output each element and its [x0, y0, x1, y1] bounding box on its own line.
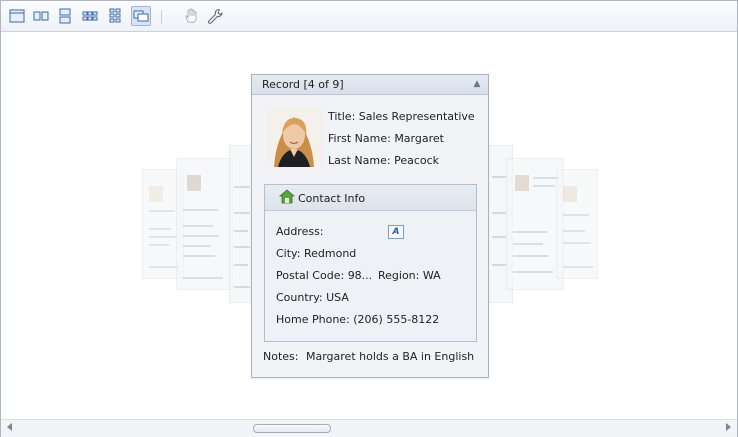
multi-row-grid-icon: [109, 8, 121, 23]
toolbar: [1, 1, 737, 32]
home-phone-value[interactable]: (206) 555-8122: [353, 313, 439, 326]
home-phone-field: Home Phone: (206) 555-8122: [276, 313, 439, 326]
first-name-value[interactable]: Margaret: [394, 132, 444, 145]
address-label: Address:: [276, 225, 324, 238]
contact-info-group: Contact Info Address: A City: Redmond Po…: [264, 184, 477, 342]
first-name-field: First Name: Margaret: [328, 132, 444, 145]
two-rows-icon: [59, 8, 71, 24]
region-value[interactable]: WA: [423, 269, 441, 282]
carousel-view-button[interactable]: [131, 6, 151, 26]
ghost-card[interactable]: [556, 169, 598, 279]
font-style-icon[interactable]: A: [388, 225, 404, 239]
last-name-label: Last Name:: [328, 154, 391, 167]
address-field: Address:: [276, 225, 324, 238]
postal-code-value[interactable]: 98...: [348, 269, 373, 282]
notes-field: Notes: Margaret holds a BA in English: [263, 350, 474, 363]
employee-photo: [266, 107, 322, 167]
last-name-value[interactable]: Peacock: [394, 154, 439, 167]
two-cards-icon: [33, 11, 49, 21]
scroll-right-arrow-icon[interactable]: [726, 423, 731, 431]
home-icon: [279, 189, 295, 204]
title-field: Title: Sales Representative: [328, 110, 475, 123]
city-label: City:: [276, 247, 301, 260]
last-name-field: Last Name: Peacock: [328, 154, 439, 167]
ghost-card[interactable]: [176, 158, 233, 290]
record-card-header: Record [4 of 9] ▲: [252, 75, 488, 95]
pan-tool-button[interactable]: [181, 6, 201, 26]
home-phone-label: Home Phone:: [276, 313, 350, 326]
single-card-icon: [9, 9, 25, 23]
multi-column-grid-icon: [82, 11, 98, 21]
carousel-icon: [133, 10, 149, 22]
rows-grid-view-button[interactable]: [105, 6, 125, 26]
contact-info-title: Contact Info: [298, 192, 366, 205]
horizontal-scrollbar[interactable]: [1, 419, 737, 437]
postal-code-field: Postal Code: 98...: [276, 269, 372, 282]
carousel-viewport: Record [4 of 9] ▲ Title: Sales Represent…: [1, 32, 737, 419]
contact-info-header: Contact Info: [265, 185, 476, 211]
first-name-label: First Name:: [328, 132, 391, 145]
toolbar-separator: [161, 10, 162, 24]
postal-code-label: Postal Code:: [276, 269, 345, 282]
scrollbar-thumb[interactable]: [253, 424, 331, 433]
scroll-left-arrow-icon[interactable]: [7, 423, 12, 431]
country-field: Country: USA: [276, 291, 349, 304]
city-field: City: Redmond: [276, 247, 356, 260]
title-label: Title:: [328, 110, 356, 123]
title-value[interactable]: Sales Representative: [359, 110, 475, 123]
single-record-view-button[interactable]: [7, 6, 27, 26]
two-rows-view-button[interactable]: [55, 6, 75, 26]
wrench-icon: [208, 8, 223, 24]
card-view-window: Record [4 of 9] ▲ Title: Sales Represent…: [0, 0, 738, 437]
hand-icon: [185, 8, 197, 23]
record-card-title: Record [4 of 9]: [262, 78, 344, 91]
columns-grid-view-button[interactable]: [80, 6, 100, 26]
country-label: Country:: [276, 291, 323, 304]
collapse-icon[interactable]: ▲: [470, 77, 484, 91]
region-field: Region: WA: [378, 269, 441, 282]
notes-label: Notes:: [263, 350, 299, 363]
city-value[interactable]: Redmond: [304, 247, 356, 260]
customize-button[interactable]: [205, 6, 225, 26]
region-label: Region:: [378, 269, 420, 282]
country-value[interactable]: USA: [326, 291, 349, 304]
two-columns-view-button[interactable]: [31, 6, 51, 26]
notes-value[interactable]: Margaret holds a BA in English: [306, 350, 474, 363]
record-card: Record [4 of 9] ▲ Title: Sales Represent…: [251, 74, 489, 378]
